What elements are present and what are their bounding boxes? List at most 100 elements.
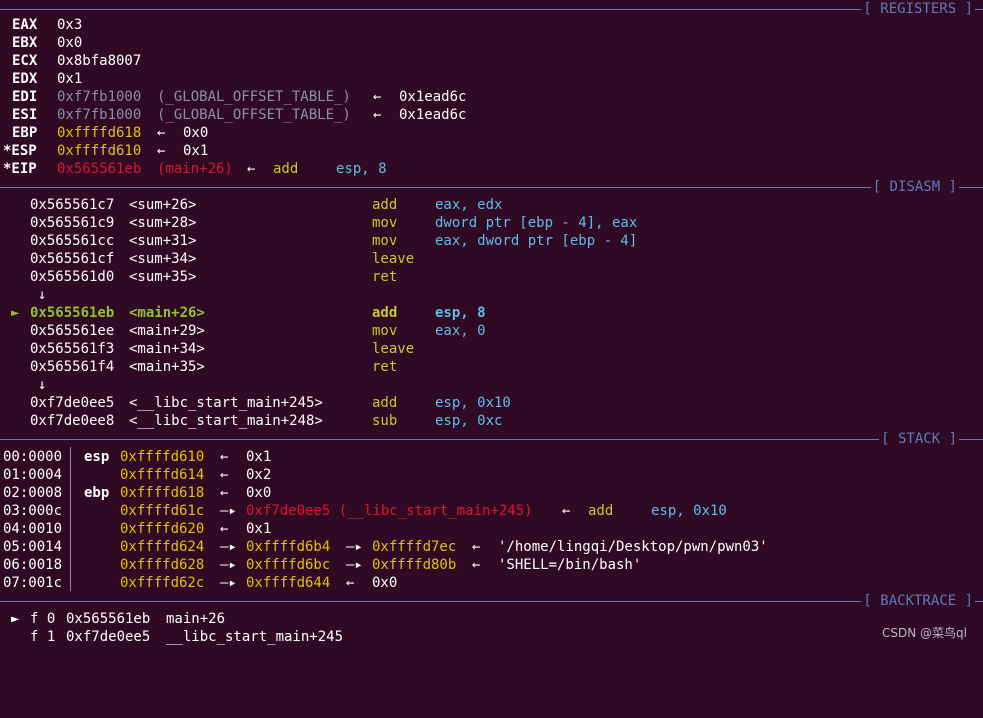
stack-address: 0xffffd61c [120, 503, 205, 519]
stack-value: 0xf7de0ee5 (__libc_start_main+245) [246, 503, 533, 519]
register-value: 0xffffd610 [57, 143, 142, 159]
backtrace-row: ► f 0 0x565561eb main+26 [0, 610, 983, 628]
disasm-address: 0x565561c7 [30, 197, 115, 213]
disasm-address: 0xf7de0ee5 [30, 395, 115, 411]
current-instruction-icon: ► [11, 305, 20, 321]
separator-line [0, 187, 983, 188]
stack-value: 0xffffd7ec [372, 539, 457, 555]
register-target: 0x1ead6c [399, 89, 467, 105]
stack-title: [ STACK ] [879, 430, 959, 448]
register-row: ECX 0x8bfa8007 [0, 52, 983, 70]
disasm-symbol: <main+26> [129, 305, 205, 321]
left-arrow-icon: ← [220, 467, 229, 483]
instruction-args: esp, 8 [336, 161, 387, 177]
disasm-row: 0x565561d0 <sum+35> ret [0, 268, 983, 286]
instruction-args: esp, 0x10 [651, 503, 727, 519]
register-name: EDI [12, 89, 38, 105]
register-row: *ESP 0xffffd610 ← 0x1 [0, 142, 983, 160]
register-name: EAX [12, 17, 38, 33]
backtrace-header: [ BACKTRACE ] [0, 592, 983, 610]
stack-index: 04:0010 [3, 521, 63, 537]
left-arrow-icon: ← [157, 143, 166, 159]
down-arrow-icon: ↓ [38, 287, 47, 303]
frame-address: 0xf7de0ee5 [66, 629, 151, 645]
stack-value: 0xffffd644 [246, 575, 331, 591]
register-row: EBX 0x0 [0, 34, 983, 52]
stack-index: 03:000c [3, 503, 63, 519]
disasm-op: mov [372, 215, 398, 231]
current-frame-icon: ► [11, 611, 20, 627]
register-symbol: (main+26) [157, 161, 233, 177]
right-arrow-icon: —▸ [346, 557, 363, 573]
disasm-row-current: ► 0x565561eb <main+26> add esp, 8 [0, 304, 983, 322]
register-target: 0x0 [183, 125, 209, 141]
disasm-op: mov [372, 233, 398, 249]
register-name: ECX [12, 53, 38, 69]
register-name: EBP [12, 125, 38, 141]
frame-number: f 1 [30, 629, 56, 645]
stack-row: 07:001c 0xffffd62c —▸ 0xffffd644 ← 0x0 [0, 574, 983, 592]
disasm-symbol: <sum+26> [129, 197, 197, 213]
disasm-row: 0x565561cc <sum+31> mov eax, dword ptr [… [0, 232, 983, 250]
stack-index: 06:0018 [3, 557, 63, 573]
stack-row: 06:0018 0xffffd628 —▸ 0xffffd6bc —▸ 0xff… [0, 556, 983, 574]
disasm-address: 0x565561eb [30, 305, 115, 321]
jump-indicator: ↓ [0, 286, 983, 304]
stack-value: 0xffffd6b4 [246, 539, 331, 555]
left-arrow-icon: ← [373, 89, 382, 105]
stack-value: 0x1 [246, 449, 272, 465]
disasm-symbol: <__libc_start_main+245> [129, 395, 323, 411]
stack-row: 01:0004 0xffffd614 ← 0x2 [0, 466, 983, 484]
stack-index: 05:0014 [3, 539, 63, 555]
disasm-symbol: <main+34> [129, 341, 205, 357]
left-arrow-icon: ← [373, 107, 382, 123]
frame-function: __libc_start_main+245 [166, 629, 344, 645]
right-arrow-icon: —▸ [220, 557, 237, 573]
separator-line [0, 439, 983, 440]
stack-index: 00:0000 [3, 449, 63, 465]
disasm-args: dword ptr [ebp - 4], eax [435, 215, 638, 231]
stack-address: 0xffffd628 [120, 557, 205, 573]
left-arrow-icon: ← [220, 521, 229, 537]
register-row: EDX 0x1 [0, 70, 983, 88]
backtrace-row: f 1 0xf7de0ee5 __libc_start_main+245 [0, 628, 983, 646]
register-value: 0x8bfa8007 [57, 53, 142, 69]
stack-row: 00:0000 esp 0xffffd610 ← 0x1 [0, 448, 983, 466]
left-arrow-icon: ← [562, 503, 571, 519]
watermark: CSDN @菜鸟ql [882, 626, 967, 640]
stack-value: 0x0 [372, 575, 398, 591]
disasm-title: [ DISASM ] [870, 178, 959, 196]
register-name: ESI [12, 107, 38, 123]
separator-line [0, 601, 983, 602]
backtrace-title: [ BACKTRACE ] [861, 592, 975, 610]
disasm-symbol: <sum+28> [129, 215, 197, 231]
down-arrow-icon: ↓ [38, 377, 47, 393]
left-arrow-icon: ← [472, 557, 481, 573]
disasm-args: esp, 8 [435, 305, 486, 321]
stack-row: 03:000c 0xffffd61c —▸ 0xf7de0ee5 (__libc… [0, 502, 983, 520]
disasm-row: 0x565561f3 <main+34> leave [0, 340, 983, 358]
frame-number: f 0 [30, 611, 56, 627]
disasm-symbol: <__libc_start_main+248> [129, 413, 323, 429]
register-value: 0x1 [57, 71, 83, 87]
disasm-symbol: <main+29> [129, 323, 205, 339]
instruction-op: add [588, 503, 614, 519]
disasm-row: 0x565561f4 <main+35> ret [0, 358, 983, 376]
disasm-address: 0x565561d0 [30, 269, 115, 285]
right-arrow-icon: —▸ [220, 503, 237, 519]
disasm-op: add [372, 305, 398, 321]
stack-row: 02:0008 ebp 0xffffd618 ← 0x0 [0, 484, 983, 502]
register-target: 0x1ead6c [399, 107, 467, 123]
disasm-address: 0x565561c9 [30, 215, 115, 231]
disasm-args: eax, edx [435, 197, 503, 213]
disasm-args: eax, 0 [435, 323, 486, 339]
disasm-op: add [372, 197, 398, 213]
left-arrow-icon: ← [157, 125, 166, 141]
register-name: *EIP [3, 161, 37, 177]
stack-index: 07:001c [3, 575, 63, 591]
jump-indicator: ↓ [0, 376, 983, 394]
register-row: EBP 0xffffd618 ← 0x0 [0, 124, 983, 142]
disasm-op: leave [372, 341, 415, 357]
stack-value: 0xffffd80b [372, 557, 457, 573]
disasm-symbol: <sum+34> [129, 251, 197, 267]
